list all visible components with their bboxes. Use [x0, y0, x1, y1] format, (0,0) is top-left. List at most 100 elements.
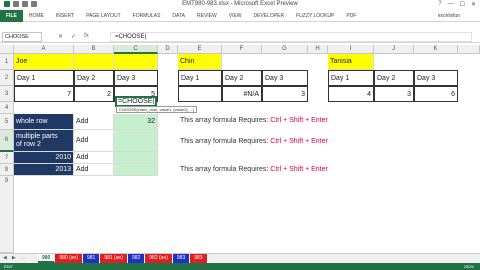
cell-b5[interactable]: Add — [74, 114, 114, 130]
sheet-tab-983-b[interactable]: 983 — [190, 254, 208, 263]
sheet-next-icon[interactable]: ▶ — [12, 255, 16, 261]
sheet-more-icon[interactable]: … — [21, 255, 26, 261]
cell-f2[interactable]: Day 2 — [222, 70, 262, 86]
column-header-i[interactable]: I — [328, 45, 374, 54]
sheet-tab-982-an[interactable]: 982 (an) — [145, 254, 173, 263]
close-button[interactable]: ✕ — [471, 1, 476, 8]
maximize-button[interactable]: ☐ — [460, 1, 465, 8]
cell-i3[interactable]: 4 — [328, 86, 374, 102]
sheet-tab-bar: ◀ ▶ … 980 980 (an) 981 981 (an) 982 982 … — [0, 253, 480, 263]
sheet-prev-icon[interactable]: ◀ — [3, 255, 7, 261]
formula-input[interactable]: =CHOOSE( — [110, 32, 472, 42]
cell-g2[interactable]: Day 3 — [262, 70, 308, 86]
column-header-j[interactable]: J — [374, 45, 414, 54]
column-header-e[interactable]: E — [178, 45, 222, 54]
title-bar: EMT980-983.xlsx - Microsoft Excel Previe… — [0, 0, 480, 9]
zoom-level[interactable]: 250% — [464, 263, 474, 270]
sheet-tabs: 980 980 (an) 981 981 (an) 982 982 (an) 9… — [38, 254, 208, 263]
cancel-icon[interactable]: ✕ — [58, 33, 63, 40]
cell-a2[interactable]: Day 1 — [14, 70, 74, 86]
array-formula-note-row8: This array formula Requires: Ctrl + Shif… — [180, 166, 328, 173]
cell-c8[interactable] — [114, 164, 158, 176]
tab-fuzzy-lookup[interactable]: FUZZY LOOKUP — [290, 10, 340, 22]
tab-pdf[interactable]: PDF — [340, 10, 362, 22]
cell-e3[interactable] — [178, 86, 222, 102]
minimize-button[interactable]: — — [448, 1, 454, 8]
cell-c5[interactable]: 32 — [114, 114, 158, 130]
row-header-4[interactable]: 4 — [0, 102, 14, 114]
tab-data[interactable]: DATA — [166, 10, 191, 22]
tab-developer[interactable]: DEVELOPER — [248, 10, 291, 22]
cell-e1[interactable]: Chin — [178, 54, 222, 70]
cell-a1[interactable]: Joe — [14, 54, 74, 70]
cell-e2[interactable]: Day 1 — [178, 70, 222, 86]
cell-k2[interactable]: Day 3 — [414, 70, 458, 86]
row-header-3[interactable]: 3 — [0, 86, 14, 102]
cell-i2[interactable]: Day 1 — [328, 70, 374, 86]
cell-a5[interactable]: whole row — [14, 114, 74, 130]
cell-b6[interactable]: Add — [74, 130, 114, 152]
cell-c1[interactable] — [114, 54, 158, 70]
tab-insert[interactable]: INSERT — [50, 10, 80, 22]
tab-view[interactable]: VIEW — [223, 10, 248, 22]
tab-page-layout[interactable]: PAGE LAYOUT — [80, 10, 127, 22]
window-controls: ? — ☐ ✕ — [438, 1, 476, 8]
note-keys: Ctrl + Shift + Enter — [270, 138, 328, 145]
ribbon-tabs: FILE HOME INSERT PAGE LAYOUT FORMULAS DA… — [0, 9, 480, 22]
column-header-c[interactable]: C — [114, 45, 158, 54]
column-header-g[interactable]: G — [262, 45, 308, 54]
array-formula-note-row6: This array formula Requires: Ctrl + Shif… — [180, 138, 328, 145]
row-header-8[interactable]: 8 — [0, 164, 14, 176]
cell-g3[interactable]: 3 — [262, 86, 308, 102]
sheet-tab-980[interactable]: 980 — [38, 254, 56, 263]
help-button[interactable]: ? — [438, 1, 441, 8]
cell-a8[interactable]: 2013 — [14, 164, 74, 176]
enter-icon[interactable]: ✓ — [71, 33, 76, 40]
cell-a6[interactable]: multiple parts of row 2 — [14, 130, 74, 152]
tab-formulas[interactable]: FORMULAS — [127, 10, 167, 22]
cell-i1[interactable]: Tanisia — [328, 54, 374, 70]
cell-k3[interactable]: 6 — [414, 86, 458, 102]
row-header-5[interactable]: 5 — [0, 114, 14, 130]
note-text: This array formula Requires: — [180, 166, 271, 173]
tab-file[interactable]: FILE — [0, 9, 23, 22]
sheet-tab-980-an[interactable]: 980 (an) — [55, 254, 83, 263]
row-header-7[interactable]: 7 — [0, 152, 14, 164]
cell-b8[interactable]: Add — [74, 164, 114, 176]
note-text: This array formula Requires: — [180, 138, 271, 145]
cell-b7[interactable]: Add — [74, 152, 114, 164]
sheet-tab-981-an[interactable]: 981 (an) — [100, 254, 128, 263]
cell-b3[interactable]: 2 — [74, 86, 114, 102]
cell-b2[interactable]: Day 2 — [74, 70, 114, 86]
name-box[interactable]: CHOOSE — [2, 32, 42, 42]
sheet-tab-982[interactable]: 982 — [127, 254, 146, 263]
cell-b1[interactable] — [74, 54, 114, 70]
row-header-1[interactable]: 1 — [0, 54, 14, 70]
tab-home[interactable]: HOME — [23, 10, 50, 22]
note-text: This array formula Requires: — [180, 117, 271, 124]
column-header-k[interactable]: K — [414, 45, 458, 54]
cell-j3[interactable]: 3 — [374, 86, 414, 102]
column-header-d[interactable]: D — [158, 45, 178, 54]
column-header-b[interactable]: B — [74, 45, 114, 54]
column-header-f[interactable]: F — [222, 45, 262, 54]
cell-a3[interactable]: 7 — [14, 86, 74, 102]
column-header-a[interactable]: A — [14, 45, 74, 54]
note-keys: Ctrl + Shift + Enter — [270, 117, 328, 124]
cell-c7[interactable] — [114, 152, 158, 164]
column-header-h[interactable]: H — [308, 45, 328, 54]
cell-c2[interactable]: Day 3 — [114, 70, 158, 86]
user-name[interactable]: excelisfun — [438, 13, 460, 19]
sheet-tab-983[interactable]: 983 — [172, 254, 191, 263]
insert-function-icon[interactable]: fx — [84, 33, 89, 40]
row-header-6[interactable]: 6 — [0, 130, 14, 152]
cell-f3[interactable]: #N/A — [222, 86, 262, 102]
tab-review[interactable]: REVIEW — [191, 10, 223, 22]
cell-c6[interactable] — [114, 130, 158, 152]
cell-j2[interactable]: Day 2 — [374, 70, 414, 86]
select-all-corner[interactable] — [0, 45, 14, 54]
sheet-tab-981[interactable]: 981 — [82, 254, 101, 263]
cell-a7[interactable]: 2010 — [14, 152, 74, 164]
row-header-9[interactable]: 9 — [0, 176, 14, 253]
row-header-2[interactable]: 2 — [0, 70, 14, 86]
